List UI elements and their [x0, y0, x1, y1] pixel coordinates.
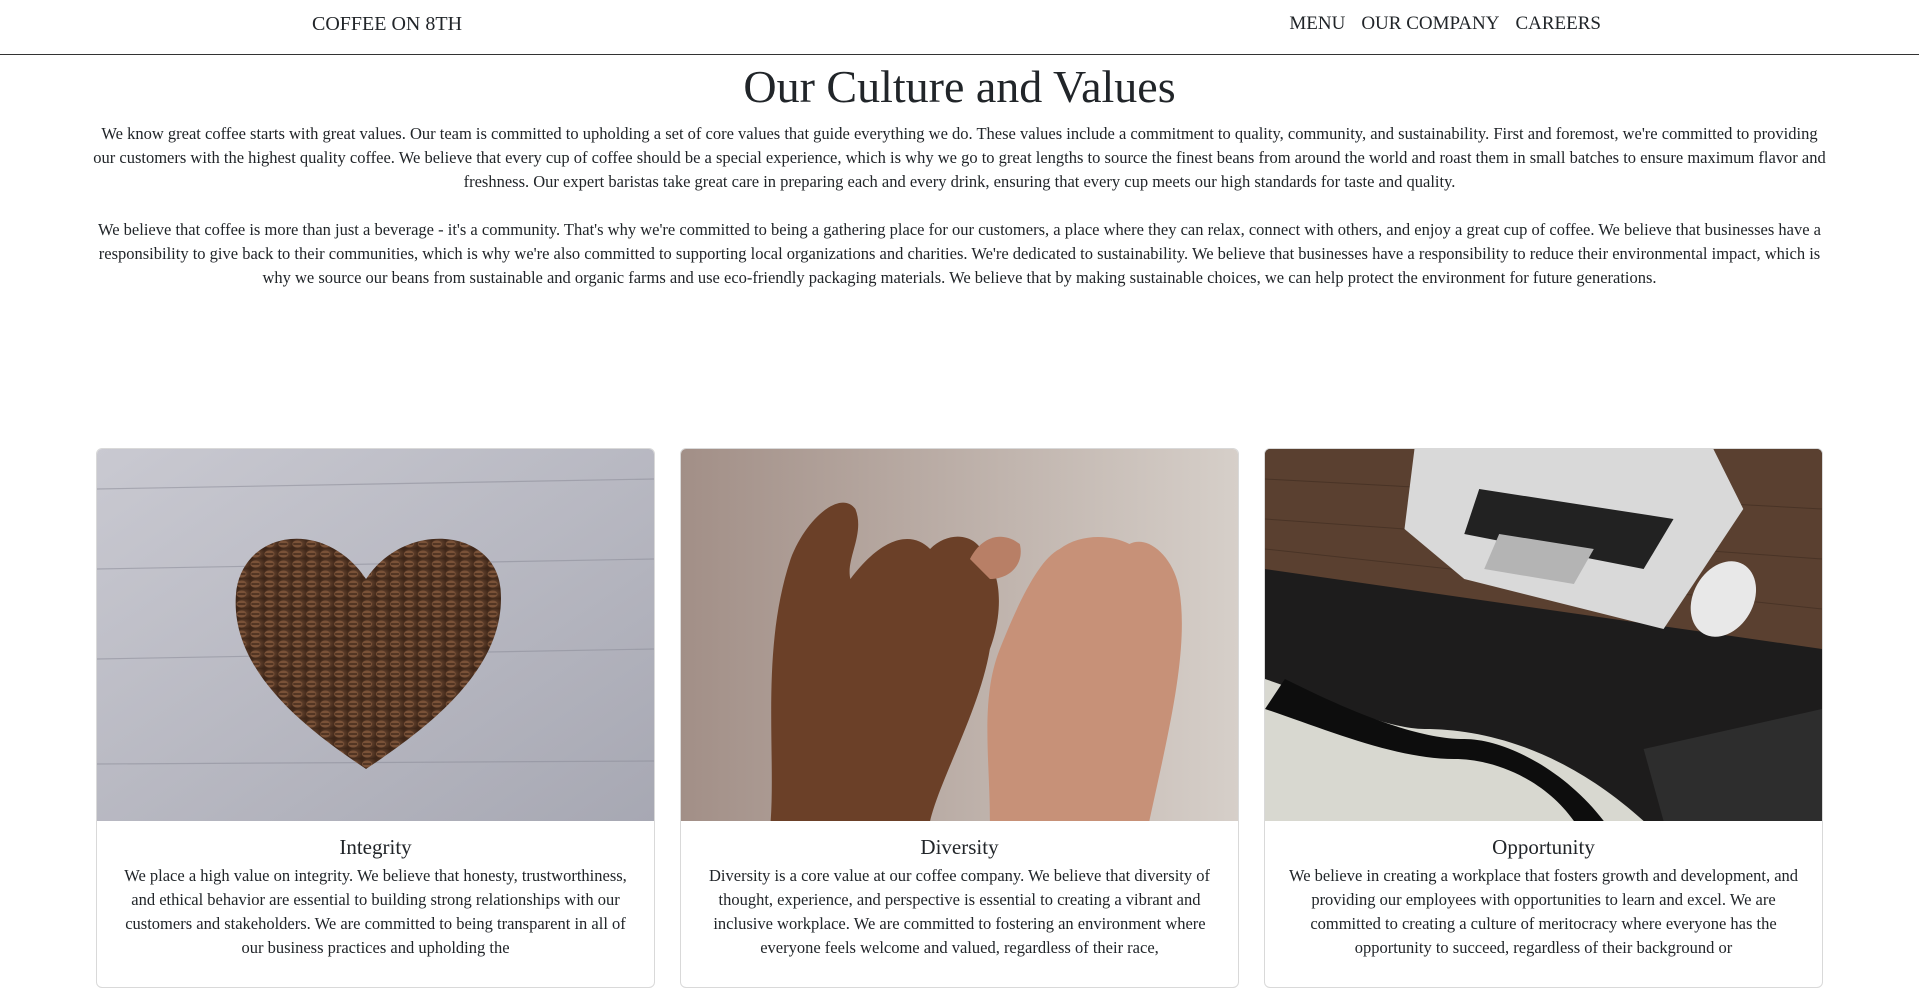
- intro-paragraph-quality: We know great coffee starts with great v…: [93, 124, 1826, 192]
- value-card-diversity: Diversity Diversity is a core value at o…: [680, 448, 1239, 988]
- nav-link-menu[interactable]: MENU: [1289, 13, 1345, 35]
- nav-links: MENU OUR COMPANY CAREERS: [1289, 13, 1601, 35]
- card-text: Diversity is a core value at our coffee …: [709, 866, 1210, 957]
- laptop-desk-image: [1265, 449, 1822, 821]
- values-cards: Integrity We place a high value on integ…: [96, 448, 1823, 988]
- pinky-promise-hands-image: [681, 449, 1238, 821]
- value-card-opportunity: Opportunity We believe in creating a wor…: [1264, 448, 1823, 988]
- card-text: We believe in creating a workplace that …: [1288, 866, 1799, 957]
- card-title: Opportunity: [1492, 835, 1595, 859]
- page-title: Our Culture and Values: [743, 61, 1176, 112]
- coffee-bean-heart-image: [97, 449, 654, 821]
- intro-section: We know great coffee starts with great v…: [92, 122, 1827, 290]
- brand-logo-link[interactable]: COFFEE ON 8TH: [312, 13, 462, 36]
- top-navbar: COFFEE ON 8TH MENU OUR COMPANY CAREERS: [0, 0, 1919, 55]
- value-card-integrity: Integrity We place a high value on integ…: [96, 448, 655, 988]
- card-title: Diversity: [920, 835, 999, 859]
- intro-paragraph-community: We believe that coffee is more than just…: [97, 220, 1821, 288]
- nav-link-careers[interactable]: CAREERS: [1515, 13, 1601, 35]
- card-text: We place a high value on integrity. We b…: [124, 866, 627, 957]
- nav-link-our-company[interactable]: OUR COMPANY: [1361, 13, 1499, 35]
- card-title: Integrity: [339, 835, 412, 859]
